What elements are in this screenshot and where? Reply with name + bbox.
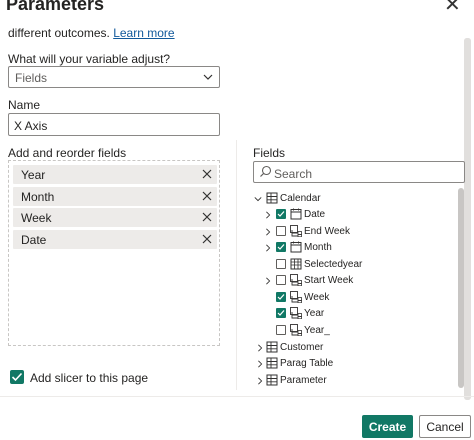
tree-label: Selectedyear xyxy=(304,259,363,270)
tree-label: Parameter xyxy=(280,375,327,386)
field-chip-label: Date xyxy=(21,233,47,247)
search-placeholder: Search xyxy=(274,167,313,181)
field-checkbox[interactable] xyxy=(276,242,286,252)
tree-field-week[interactable]: Week xyxy=(264,290,454,306)
table-icon xyxy=(266,374,278,386)
tree-table-parameter[interactable]: Parameter xyxy=(256,373,456,389)
tree-label: Week xyxy=(304,292,330,303)
remove-icon[interactable] xyxy=(201,211,213,223)
adjust-label: What will your variable adjust? xyxy=(8,52,171,66)
chevron-right-icon[interactable] xyxy=(256,359,264,369)
field-checkbox[interactable] xyxy=(276,275,286,285)
tree-label: Parag Table xyxy=(280,358,334,369)
field-checkbox[interactable] xyxy=(276,259,286,269)
tree-field-year-underscore[interactable]: Year_ xyxy=(264,323,454,339)
tree-label: Start Week xyxy=(304,275,354,286)
calendar-icon xyxy=(290,208,302,220)
reorder-fields-box: Year Month Week Date xyxy=(8,160,220,346)
tree-label: Month xyxy=(304,242,332,253)
hierarchy-icon xyxy=(290,307,302,319)
tree-field-end-week[interactable]: End Week xyxy=(264,224,454,240)
field-chip-label: Month xyxy=(21,190,55,204)
fields-search-input[interactable]: Search xyxy=(253,161,465,183)
tree-label: End Week xyxy=(304,226,350,237)
slicer-checkbox[interactable] xyxy=(10,370,24,384)
table-icon xyxy=(266,192,278,204)
field-checkbox[interactable] xyxy=(276,308,286,318)
create-button[interactable]: Create xyxy=(362,415,413,438)
field-checkbox[interactable] xyxy=(276,325,286,335)
search-icon xyxy=(260,165,272,177)
slicer-label: Add slicer to this page xyxy=(30,371,149,385)
hierarchy-icon xyxy=(290,324,302,336)
field-chip-label: Week xyxy=(21,211,52,225)
dialog-scrollbar[interactable] xyxy=(464,38,471,400)
field-chip-date[interactable]: Date xyxy=(13,230,217,249)
chevron-right-icon[interactable] xyxy=(264,276,272,286)
tree-table-customer[interactable]: Customer xyxy=(256,340,456,356)
chevron-right-icon[interactable] xyxy=(264,243,272,253)
table-icon xyxy=(266,341,278,353)
chevron-right-icon[interactable] xyxy=(256,343,264,353)
checkmark-icon xyxy=(11,372,23,382)
tree-field-selectedyear[interactable]: Selectedyear xyxy=(264,257,454,273)
fields-pane-label: Fields xyxy=(253,146,286,160)
tree-field-month[interactable]: Month xyxy=(264,240,454,256)
calc-table-icon xyxy=(290,258,302,270)
remove-icon[interactable] xyxy=(201,190,213,202)
tree-field-start-week[interactable]: Start Week xyxy=(264,273,454,289)
learn-more-link[interactable]: Learn more xyxy=(113,26,174,40)
chevron-down-icon xyxy=(203,74,213,80)
tree-label: Calendar xyxy=(280,193,321,204)
adjust-select[interactable]: Fields xyxy=(8,66,220,88)
tree-label: Date xyxy=(304,209,326,220)
chevron-right-icon[interactable] xyxy=(264,210,272,220)
cancel-button[interactable]: Cancel xyxy=(419,415,471,438)
dialog-title: Parameters xyxy=(6,0,105,14)
tree-field-date[interactable]: Date xyxy=(264,207,454,223)
name-input[interactable]: X Axis xyxy=(8,113,220,136)
hierarchy-icon xyxy=(290,274,302,286)
tree-table-parag-table[interactable]: Parag Table xyxy=(256,356,456,372)
intro-text-label: different outcomes. xyxy=(8,26,110,40)
name-label: Name xyxy=(8,98,41,112)
hierarchy-icon xyxy=(290,291,302,303)
chevron-right-icon[interactable] xyxy=(256,376,264,386)
remove-icon[interactable] xyxy=(201,168,213,180)
field-checkbox[interactable] xyxy=(276,226,286,236)
field-checkbox[interactable] xyxy=(276,292,286,302)
field-chip-label: Year xyxy=(21,168,46,182)
tree-table-calendar[interactable]: Calendar xyxy=(254,191,454,207)
adjust-select-value: Fields xyxy=(15,71,48,85)
table-icon xyxy=(266,357,278,369)
field-chip-year[interactable]: Year xyxy=(13,165,217,184)
tree-label: Year_ xyxy=(304,325,330,336)
chevron-down-icon[interactable] xyxy=(254,194,262,204)
close-icon[interactable]: ✕ xyxy=(444,0,461,17)
fields-tree-scrollbar[interactable] xyxy=(458,188,464,388)
column-divider xyxy=(236,140,237,390)
name-input-value: X Axis xyxy=(14,119,48,133)
chevron-right-icon[interactable] xyxy=(264,227,272,237)
field-checkbox[interactable] xyxy=(276,209,286,219)
field-chip-week[interactable]: Week xyxy=(13,208,217,227)
tree-label: Year xyxy=(304,308,325,319)
tree-field-year[interactable]: Year xyxy=(264,306,454,322)
field-chip-month[interactable]: Month xyxy=(13,187,217,206)
remove-icon[interactable] xyxy=(201,233,213,245)
footer-divider xyxy=(0,396,474,397)
intro-text: different outcomes. Learn more xyxy=(8,26,175,40)
calendar-icon xyxy=(290,241,302,253)
tree-label: Customer xyxy=(280,342,324,353)
reorder-label: Add and reorder fields xyxy=(8,146,127,160)
hierarchy-icon xyxy=(290,225,302,237)
